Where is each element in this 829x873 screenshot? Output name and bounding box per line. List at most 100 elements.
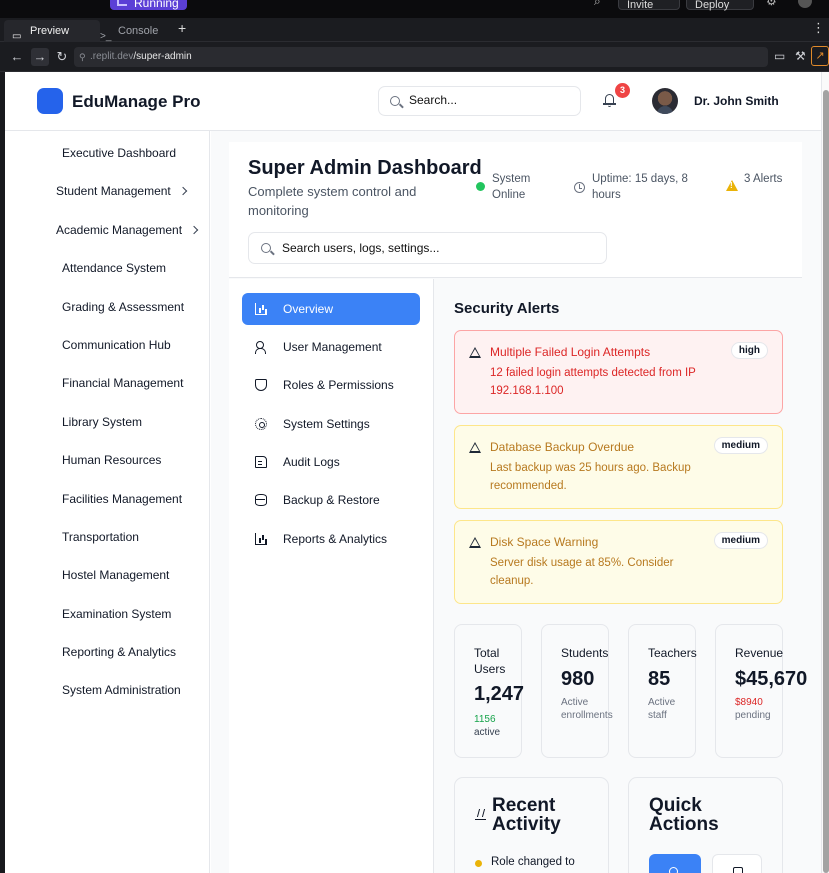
back-arrow-icon[interactable]: ← bbox=[8, 48, 26, 66]
tab-label: Backup & Restore bbox=[283, 493, 380, 507]
deploy-button[interactable]: Deploy bbox=[686, 0, 754, 11]
tab-user-management[interactable]: User Management bbox=[242, 331, 420, 363]
tab-audit-logs[interactable]: Audit Logs bbox=[242, 446, 420, 478]
sidebar-item-label: Grading & Assessment bbox=[62, 300, 185, 314]
open-new-window-icon[interactable]: ↗ bbox=[811, 46, 829, 66]
sidebar-item-label: Transportation bbox=[62, 530, 139, 544]
add-user-button[interactable] bbox=[649, 854, 701, 873]
stat-value: 980 bbox=[561, 668, 595, 690]
alert-body: Server disk usage at 85%. Consider clean… bbox=[490, 557, 674, 587]
app-viewport: EduManage Pro 3 Dr. John Smith Executive… bbox=[5, 72, 821, 873]
tab-console-label: Console bbox=[118, 25, 159, 37]
sidebar-item-facilities-management[interactable]: Facilities Management bbox=[62, 492, 182, 506]
sidebar-item-label: Executive Dashboard bbox=[62, 146, 177, 160]
recent-activity-title: Recent Activity bbox=[492, 795, 561, 835]
permissions-button[interactable] bbox=[712, 854, 762, 873]
sidebar-item-communication-hub[interactable]: Communication Hub bbox=[62, 338, 171, 352]
sidebar-item-label: Hostel Management bbox=[62, 568, 170, 582]
stat-note-text: active bbox=[474, 727, 501, 738]
tab-backup-restore[interactable]: Backup & Restore bbox=[242, 484, 420, 516]
tab-overview[interactable]: Overview bbox=[242, 293, 420, 325]
sidebar-item-label: Facilities Management bbox=[62, 492, 183, 506]
system-online-status: System Online bbox=[492, 173, 531, 201]
sidebar-item-hostel-management[interactable]: Hostel Management bbox=[62, 568, 169, 582]
alerts-count-status[interactable]: 3 Alerts bbox=[744, 171, 784, 187]
sidebar-item-reporting-analytics[interactable]: Reporting & Analytics bbox=[62, 645, 176, 659]
gear-icon bbox=[255, 418, 267, 430]
tab-console[interactable]: >_ Console bbox=[92, 20, 172, 42]
avatar[interactable] bbox=[652, 88, 678, 114]
sidebar-item-label: Reporting & Analytics bbox=[62, 645, 177, 659]
sidebar-item-financial-management[interactable]: Financial Management bbox=[62, 376, 183, 390]
running-label: Running bbox=[134, 0, 179, 10]
url-host: .replit.dev bbox=[90, 51, 134, 62]
tab-reports-analytics[interactable]: Reports & Analytics bbox=[242, 523, 420, 555]
header-search[interactable] bbox=[378, 86, 581, 116]
sidebar-item-label: System Administration bbox=[62, 683, 181, 697]
sidebar-item-label: Library System bbox=[62, 415, 143, 429]
brand-name: EduManage Pro bbox=[72, 92, 201, 111]
database-icon bbox=[255, 494, 267, 506]
sidebar-item-grading-assessment[interactable]: Grading & Assessment bbox=[62, 300, 184, 314]
tab-preview-label: Preview bbox=[30, 25, 70, 37]
app-header: EduManage Pro 3 Dr. John Smith bbox=[5, 72, 821, 131]
scrollbar-thumb[interactable] bbox=[823, 90, 829, 873]
dashboard-header: Super Admin Dashboard Complete system co… bbox=[229, 142, 802, 278]
page-title: Super Admin Dashboard bbox=[248, 157, 482, 179]
stat-value: 1,247 bbox=[474, 683, 525, 705]
address-field[interactable]: ⚲ .replit.dev/super-admin bbox=[74, 47, 768, 67]
stat-value: 85 bbox=[648, 668, 671, 690]
dashboard-search[interactable] bbox=[248, 232, 607, 264]
sidebar-item-attendance-system[interactable]: Attendance System bbox=[62, 261, 166, 275]
activity-status-dot-icon bbox=[475, 860, 482, 867]
uptime-status: Uptime: 15 days, 8 hours bbox=[592, 173, 688, 201]
reload-icon[interactable]: ↻ bbox=[53, 48, 71, 66]
sidebar-item-student-management[interactable]: Student Management bbox=[56, 184, 188, 198]
severity-badge: high bbox=[730, 342, 768, 359]
severity-badge: medium bbox=[713, 532, 768, 549]
sidebar-item-examination-system[interactable]: Examination System bbox=[62, 607, 171, 621]
main-area: Super Admin Dashboard Complete system co… bbox=[211, 131, 821, 873]
sidebar-item-library-system[interactable]: Library System bbox=[62, 415, 142, 429]
add-tab-icon[interactable]: + bbox=[178, 20, 186, 36]
alert-card[interactable]: Database Backup Overdue Last backup was … bbox=[454, 425, 783, 509]
dashboard-search-input[interactable] bbox=[282, 241, 592, 255]
overview-content: Security Alerts Multiple Failed Login At… bbox=[435, 279, 821, 873]
sidebar-item-system-administration[interactable]: System Administration bbox=[62, 683, 181, 697]
stat-card-revenue: Revenue $45,670 $8940 pending bbox=[715, 624, 807, 758]
alert-card[interactable]: Multiple Failed Login Attempts 12 failed… bbox=[454, 330, 783, 414]
tab-label: User Management bbox=[283, 340, 382, 354]
tab-roles-permissions[interactable]: Roles & Permissions bbox=[242, 369, 420, 401]
wrench-icon[interactable]: ⚒ bbox=[795, 49, 806, 63]
sidebar-item-transportation[interactable]: Transportation bbox=[62, 530, 139, 544]
settings-icon[interactable]: ⚙ bbox=[766, 0, 777, 8]
tab-system-settings[interactable]: System Settings bbox=[242, 408, 420, 440]
alert-body: 12 failed login attempts detected from I… bbox=[490, 367, 696, 397]
more-vertical-icon[interactable]: ⋮ bbox=[812, 20, 825, 36]
alert-card[interactable]: Disk Space Warning Server disk usage at … bbox=[454, 520, 783, 604]
activity-icon bbox=[475, 812, 486, 820]
shield-icon bbox=[255, 379, 267, 391]
account-avatar[interactable] bbox=[798, 0, 812, 8]
alert-title: Multiple Failed Login Attempts bbox=[490, 345, 651, 359]
header-search-input[interactable] bbox=[409, 93, 569, 107]
sidebar-item-human-resources[interactable]: Human Resources bbox=[62, 453, 161, 467]
user-name[interactable]: Dr. John Smith bbox=[694, 94, 779, 108]
stat-card-teachers: Teachers 85 Active staff bbox=[628, 624, 697, 758]
search-icon bbox=[261, 243, 271, 253]
bell-icon[interactable] bbox=[603, 93, 617, 109]
chat-icon[interactable]: ▭ bbox=[774, 49, 785, 63]
forward-arrow-icon[interactable]: → bbox=[31, 48, 49, 66]
tab-preview[interactable]: ▭ Preview bbox=[4, 20, 100, 42]
users-icon bbox=[255, 341, 267, 354]
running-status[interactable]: Running bbox=[110, 0, 187, 10]
stat-card-total-users: Total Users 1,247 1156 active bbox=[454, 624, 525, 758]
alert-title: Disk Space Warning bbox=[490, 535, 599, 549]
sidebar-item-label: Academic Management bbox=[56, 223, 183, 237]
search-icon[interactable]: ⌕ bbox=[594, 0, 601, 9]
invite-button[interactable]: Invite bbox=[618, 0, 680, 11]
sidebar-item-executive-dashboard[interactable]: Executive Dashboard bbox=[62, 146, 176, 160]
quick-actions-panel: Quick Actions bbox=[628, 777, 783, 873]
alert-title: Database Backup Overdue bbox=[490, 440, 635, 454]
sidebar-item-academic-management[interactable]: Academic Management bbox=[56, 223, 199, 237]
